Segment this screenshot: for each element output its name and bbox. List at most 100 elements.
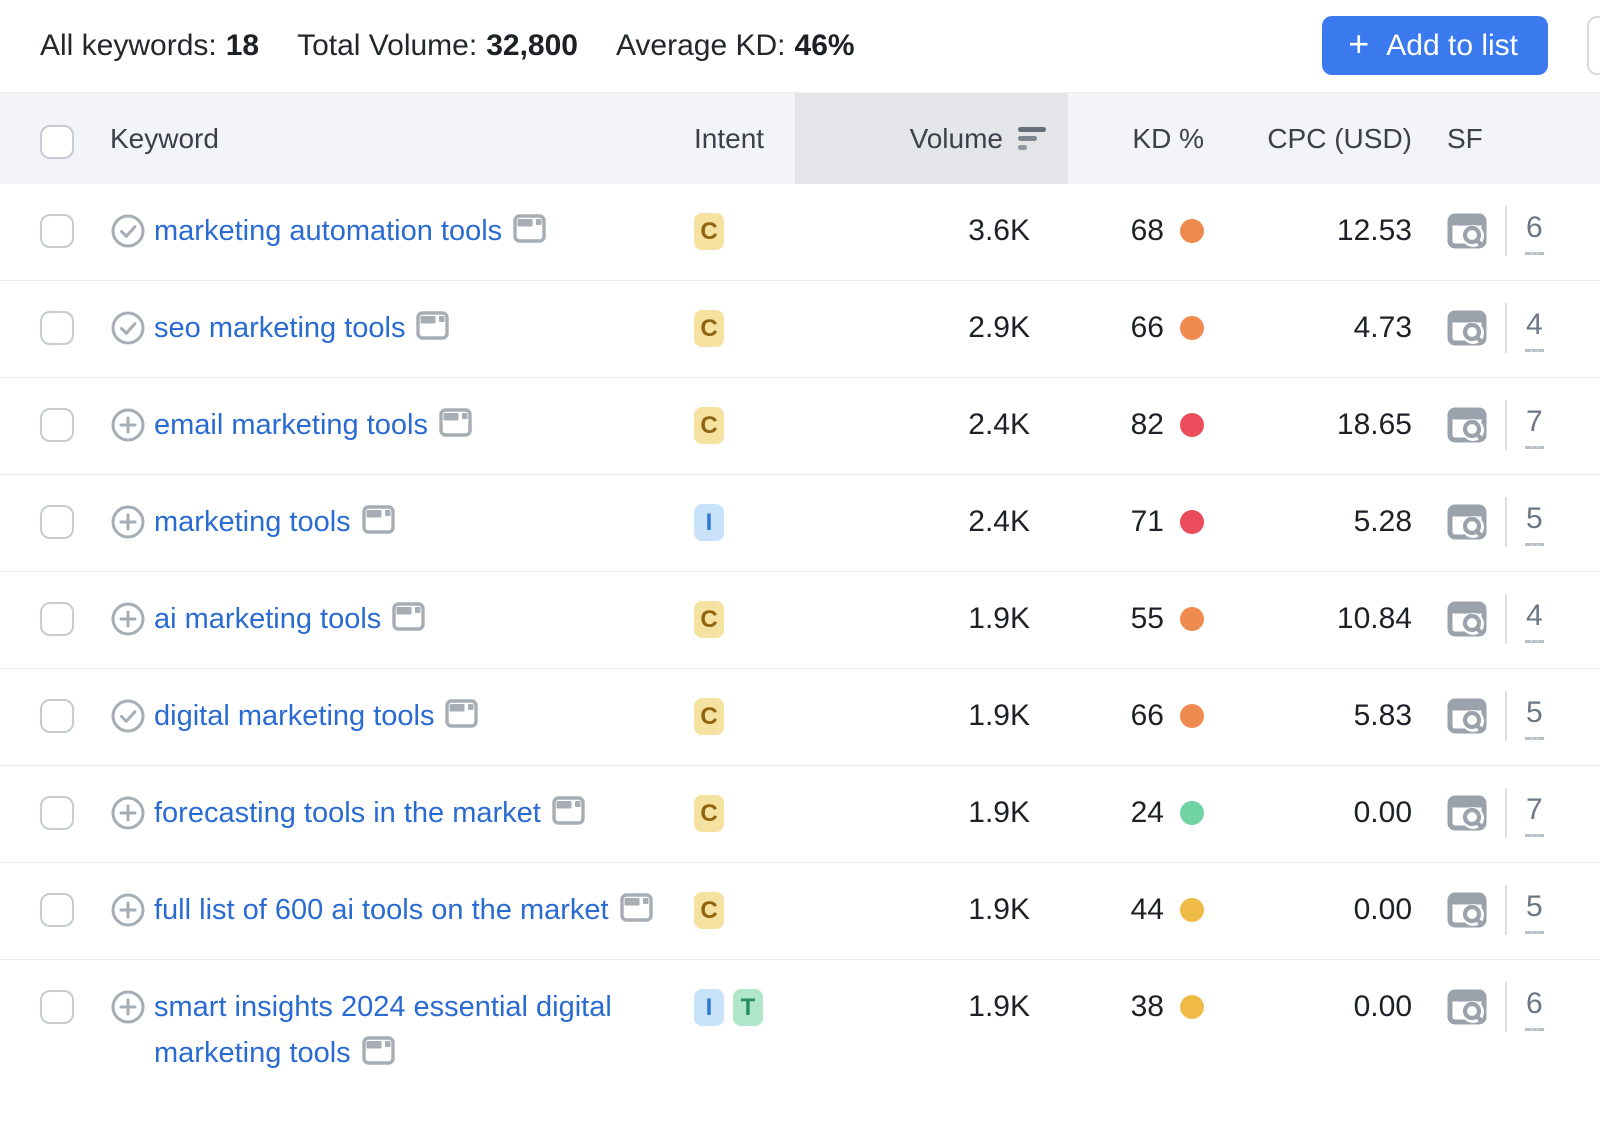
summary-stats: All keywords:18 Total Volume:32,800 Aver…: [40, 29, 855, 63]
select-all-cell: [0, 93, 100, 184]
kd-value: 55: [1131, 596, 1164, 642]
serp-preview-icon[interactable]: [1447, 698, 1487, 734]
summary-bar: All keywords:18 Total Volume:32,800 Aver…: [0, 0, 1600, 92]
divider: [1505, 885, 1507, 935]
table-row: ai marketing tools C 1.9K 55 10.84 4: [0, 572, 1600, 669]
volume-value: 2.9K: [968, 305, 1030, 351]
row-checkbox[interactable]: [40, 990, 74, 1024]
serp-preview-icon[interactable]: [1447, 310, 1487, 346]
kd-value: 71: [1131, 499, 1164, 545]
keyword-link[interactable]: marketing tools: [154, 499, 395, 545]
serp-preview-icon[interactable]: [1447, 601, 1487, 637]
sf-count-link[interactable]: 4: [1525, 596, 1544, 643]
serp-preview-icon[interactable]: [1447, 892, 1487, 928]
serp-preview-icon[interactable]: [1447, 989, 1487, 1025]
row-checkbox[interactable]: [40, 699, 74, 733]
volume-header-label: Volume: [910, 123, 1003, 155]
keyword-link[interactable]: digital marketing tools: [154, 693, 478, 739]
intent-badges: IT: [690, 984, 795, 1026]
row-checkbox[interactable]: [40, 408, 74, 442]
add-keyword-plus-circle-icon[interactable]: [110, 504, 146, 540]
sf-count-link[interactable]: 6: [1525, 984, 1544, 1031]
serp-features-icon: [416, 311, 449, 340]
table-row: full list of 600 ai tools on the market …: [0, 863, 1600, 960]
table-row: seo marketing tools C 2.9K 66 4.73 4: [0, 281, 1600, 378]
sf-count-link[interactable]: 6: [1525, 208, 1544, 255]
row-checkbox[interactable]: [40, 796, 74, 830]
table-header: Keyword Intent Volume KD % CPC (USD) SF: [0, 92, 1600, 184]
keyword-link[interactable]: email marketing tools: [154, 402, 472, 448]
divider: [1505, 303, 1507, 353]
table-row: forecasting tools in the market C 1.9K 2…: [0, 766, 1600, 863]
serp-features-icon: [392, 602, 425, 631]
keyword-link[interactable]: marketing automation tools: [154, 208, 546, 254]
row-checkbox[interactable]: [40, 311, 74, 345]
sf-count-link[interactable]: 5: [1525, 693, 1544, 740]
add-keyword-plus-circle-icon[interactable]: [110, 601, 146, 637]
intent-badges: C: [690, 790, 795, 832]
keyword-link[interactable]: ai marketing tools: [154, 596, 425, 642]
divider: [1505, 594, 1507, 644]
row-checkbox[interactable]: [40, 893, 74, 927]
kd-level-dot: [1180, 413, 1204, 437]
volume-value: 1.9K: [968, 887, 1030, 933]
sf-count-link[interactable]: 5: [1525, 499, 1544, 546]
keyword-added-check-circle-icon[interactable]: [110, 310, 146, 346]
table-row: marketing tools I 2.4K 71 5.28 5: [0, 475, 1600, 572]
divider: [1505, 788, 1507, 838]
volume-value: 1.9K: [968, 596, 1030, 642]
serp-preview-icon[interactable]: [1447, 213, 1487, 249]
divider: [1505, 497, 1507, 547]
sf-count-link[interactable]: 5: [1525, 887, 1544, 934]
add-keyword-plus-circle-icon[interactable]: [110, 892, 146, 928]
intent-badge-c: C: [694, 601, 724, 638]
row-checkbox[interactable]: [40, 214, 74, 248]
intent-badges: C: [690, 596, 795, 638]
row-checkbox[interactable]: [40, 602, 74, 636]
cpc-value: 5.28: [1354, 499, 1412, 545]
kd-value: 66: [1131, 693, 1164, 739]
volume-value: 3.6K: [968, 208, 1030, 254]
keyword-link[interactable]: forecasting tools in the market: [154, 790, 585, 836]
clipped-button-right-edge[interactable]: [1587, 16, 1600, 75]
sf-count-link[interactable]: 4: [1525, 305, 1544, 352]
divider: [1505, 206, 1507, 256]
sort-descending-icon: [1018, 127, 1046, 150]
cpc-value: 0.00: [1354, 790, 1412, 836]
cpc-value: 0.00: [1354, 887, 1412, 933]
sf-count-link[interactable]: 7: [1525, 402, 1544, 449]
keyword-added-check-circle-icon[interactable]: [110, 698, 146, 734]
cpc-value: 18.65: [1337, 402, 1412, 448]
keyword-added-check-circle-icon[interactable]: [110, 213, 146, 249]
volume-column-header[interactable]: Volume: [795, 93, 1068, 184]
keyword-link[interactable]: smart insights 2024 essential digital ma…: [154, 984, 654, 1076]
keyword-link[interactable]: seo marketing tools: [154, 305, 449, 351]
intent-badge-c: C: [694, 698, 724, 735]
row-checkbox[interactable]: [40, 505, 74, 539]
add-keyword-plus-circle-icon[interactable]: [110, 989, 146, 1025]
intent-badge-c: C: [694, 407, 724, 444]
sf-count-link[interactable]: 7: [1525, 790, 1544, 837]
serp-preview-icon[interactable]: [1447, 795, 1487, 831]
kd-value: 38: [1131, 984, 1164, 1030]
serp-preview-icon[interactable]: [1447, 407, 1487, 443]
intent-badge-i: I: [694, 989, 724, 1026]
serp-features-icon: [445, 699, 478, 728]
table-row: smart insights 2024 essential digital ma…: [0, 960, 1600, 1110]
add-to-list-button[interactable]: + Add to list: [1322, 16, 1548, 75]
cpc-value: 12.53: [1337, 208, 1412, 254]
volume-value: 1.9K: [968, 790, 1030, 836]
serp-preview-icon[interactable]: [1447, 504, 1487, 540]
intent-badge-c: C: [694, 213, 724, 250]
kd-level-dot: [1180, 316, 1204, 340]
select-all-checkbox[interactable]: [40, 125, 74, 159]
add-to-list-label: Add to list: [1386, 29, 1518, 63]
keyword-research-table: All keywords:18 Total Volume:32,800 Aver…: [0, 0, 1600, 1148]
keyword-link[interactable]: full list of 600 ai tools on the market: [154, 887, 653, 933]
intent-badges: C: [690, 693, 795, 735]
table-row: email marketing tools C 2.4K 82 18.65 7: [0, 378, 1600, 475]
add-keyword-plus-circle-icon[interactable]: [110, 407, 146, 443]
add-keyword-plus-circle-icon[interactable]: [110, 795, 146, 831]
volume-value: 2.4K: [968, 499, 1030, 545]
kd-level-dot: [1180, 510, 1204, 534]
